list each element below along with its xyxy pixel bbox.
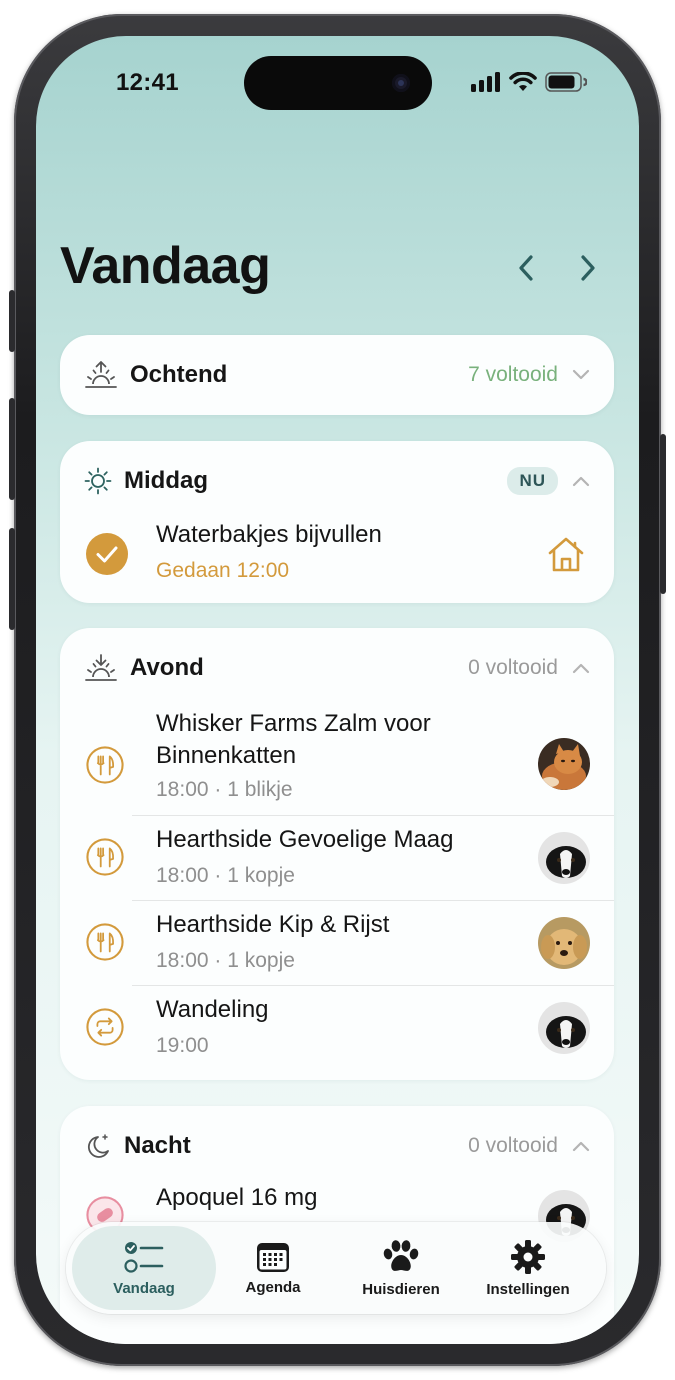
task-subtitle: 18:00 · 1 blikje (156, 778, 293, 801)
completed-count: 7 voltooid (468, 363, 558, 386)
completed-count: 0 voltooid (468, 656, 558, 679)
next-day-button[interactable] (568, 248, 608, 288)
gear-icon (511, 1239, 545, 1274)
chevron-right-icon (581, 255, 595, 281)
now-badge: NU (507, 467, 558, 495)
task-title: Apoquel 16 mg (156, 1184, 318, 1211)
tab-label: Agenda (245, 1278, 301, 1296)
task-subtitle: 18:00 · 1 kopje (156, 949, 295, 972)
divider (132, 985, 614, 986)
camera-icon (392, 74, 410, 92)
sun-icon (84, 467, 112, 495)
section-ochtend[interactable]: Ochtend 7 voltooid (60, 335, 614, 415)
moon-icon (87, 1134, 109, 1158)
completed-count: 0 voltooid (468, 1134, 558, 1157)
food-icon[interactable] (86, 923, 124, 961)
tab-label: Instellingen (486, 1280, 570, 1298)
food-icon[interactable] (86, 746, 124, 784)
chevron-up-icon[interactable] (572, 475, 590, 487)
page-title: Vandaag (60, 237, 271, 295)
checkmark-done-icon[interactable] (86, 533, 128, 575)
section-header[interactable]: Nacht 0 voltooid (84, 1128, 590, 1164)
tab-bar: Vandaag Agenda Huisdieren Instellingen (66, 1222, 606, 1314)
cellular-signal-icon (471, 72, 500, 92)
walk-repeat-icon[interactable] (86, 1008, 124, 1046)
pet-avatar-golden-retriever (538, 917, 590, 969)
house-icon (548, 537, 584, 572)
action-button (9, 290, 15, 352)
tab-label: Huisdieren (362, 1280, 440, 1298)
status-time: 12:41 (116, 69, 179, 96)
chevron-left-icon (519, 255, 533, 281)
screen: 12:41 Vandaag Ochtend 7 voltooid Middag … (36, 36, 639, 1344)
task-subtitle: 19:00 (156, 1034, 209, 1057)
food-icon[interactable] (86, 838, 124, 876)
task-title: Hearthside Gevoelige Maag (156, 826, 454, 853)
sunrise-icon (85, 361, 117, 388)
section-title: Avond (130, 654, 204, 681)
pet-avatar-dog (538, 1002, 590, 1054)
tab-huisdieren[interactable]: Huisdieren (329, 1226, 473, 1310)
section-header[interactable]: Middag NU (84, 463, 590, 499)
calendar-icon (257, 1242, 289, 1272)
section-header[interactable]: Avond 0 voltooid (84, 650, 590, 686)
dynamic-island (244, 56, 432, 110)
pet-avatar-cat (538, 738, 590, 790)
section-title: Middag (124, 467, 208, 494)
paw-icon (383, 1239, 419, 1271)
chevron-up-icon[interactable] (572, 1140, 590, 1152)
task-item[interactable]: Waterbakjes bijvullen Gedaan 12:00 (84, 521, 590, 591)
task-title: Waterbakjes bijvullen (156, 521, 382, 548)
task-item[interactable]: Wandeling 19:00 (84, 996, 590, 1070)
divider (132, 900, 614, 901)
section-avond: Avond 0 voltooid Whisker Farms Zalm voor… (60, 628, 614, 1080)
task-title: Whisker Farms Zalm voor Binnenkatten (156, 710, 431, 769)
task-item[interactable]: Hearthside Gevoelige Maag 18:00 · 1 kopj… (84, 826, 590, 900)
task-item[interactable]: Whisker Farms Zalm voor Binnenkatten 18:… (84, 710, 590, 814)
tab-label: Vandaag (113, 1279, 175, 1297)
divider (132, 815, 614, 816)
checklist-icon (124, 1241, 164, 1273)
tab-instellingen[interactable]: Instellingen (456, 1226, 600, 1310)
previous-day-button[interactable] (506, 248, 546, 288)
task-subtitle: Gedaan 12:00 (156, 559, 290, 582)
tab-agenda[interactable]: Agenda (201, 1226, 345, 1310)
power-button (660, 434, 666, 594)
chevron-up-icon[interactable] (572, 662, 590, 674)
section-title: Nacht (124, 1132, 191, 1159)
section-middag: Middag NU Waterbakjes bijvullen Gedaan 1… (60, 441, 614, 603)
battery-icon (545, 72, 587, 92)
task-subtitle: 18:00 · 1 kopje (156, 864, 295, 887)
chevron-down-icon[interactable] (572, 369, 590, 381)
volume-up-button (9, 398, 15, 500)
tab-vandaag[interactable]: Vandaag (72, 1226, 216, 1310)
pet-avatar-dog (538, 832, 590, 884)
status-icons (471, 72, 587, 92)
task-title: Hearthside Kip & Rijst (156, 911, 390, 938)
volume-down-button (9, 528, 15, 630)
task-title: Wandeling (156, 996, 269, 1023)
task-item[interactable]: Hearthside Kip & Rijst 18:00 · 1 kopje (84, 911, 590, 985)
sunset-icon (85, 654, 117, 681)
wifi-icon (509, 72, 537, 91)
section-title: Ochtend (130, 361, 228, 388)
